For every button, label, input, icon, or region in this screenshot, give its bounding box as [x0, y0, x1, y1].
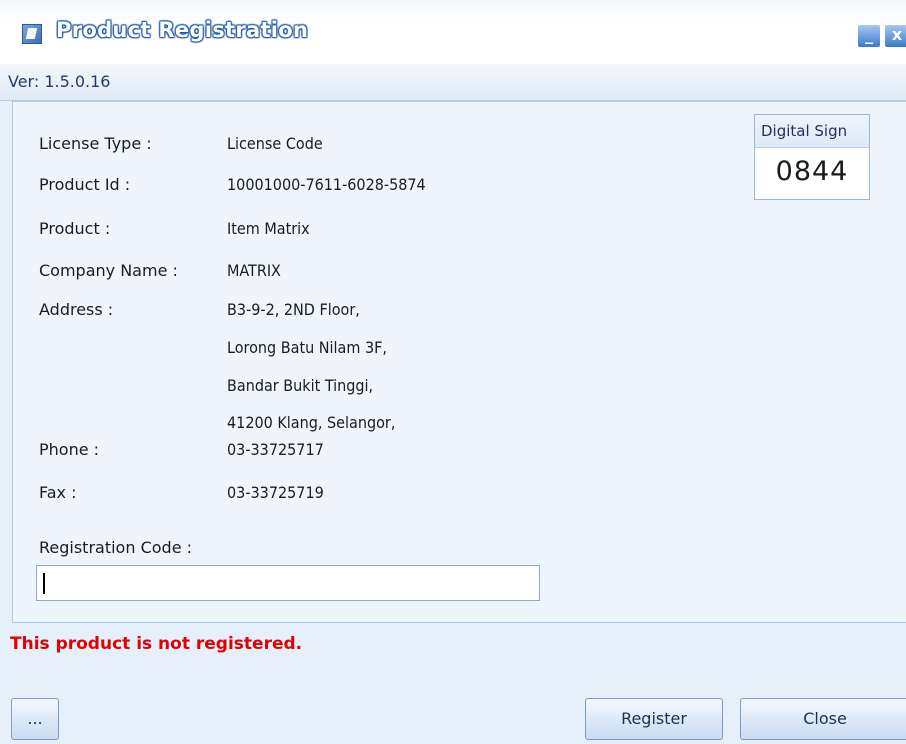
product-registration-window: Product Registration _ x Ver: 1.5.0.16 L…: [0, 0, 906, 744]
version-bar: Ver: 1.5.0.16: [0, 64, 906, 101]
product-id-label: Product Id :: [39, 175, 131, 194]
more-options-button[interactable]: ...: [11, 698, 59, 740]
phone-value: 03-33725717: [227, 440, 324, 459]
digital-sign-box: Digital Sign 0844: [754, 114, 870, 200]
product-label: Product :: [39, 219, 111, 238]
digital-sign-label: Digital Sign: [755, 115, 869, 148]
company-name-label: Company Name :: [39, 261, 178, 280]
registration-code-label: Registration Code :: [39, 538, 193, 557]
product-value: Item Matrix: [227, 219, 310, 238]
license-type-label: License Type :: [39, 134, 152, 153]
fax-label: Fax :: [39, 483, 77, 502]
address-line-3: Bandar Bukit Tinggi,: [227, 376, 374, 395]
close-window-button[interactable]: x: [884, 24, 906, 48]
register-button[interactable]: Register: [585, 698, 723, 740]
address-line-2: Lorong Batu Nilam 3F,: [227, 338, 387, 357]
close-button[interactable]: Close: [740, 698, 906, 740]
fax-value: 03-33725719: [227, 483, 324, 502]
phone-label: Phone :: [39, 440, 100, 459]
digital-sign-value: 0844: [775, 156, 849, 187]
version-label: Ver: 1.5.0.16: [8, 72, 111, 91]
product-id-value: 10001000-7611-6028-5874: [227, 175, 426, 194]
registration-status-message: This product is not registered.: [10, 634, 303, 654]
license-type-value: License Code: [227, 134, 323, 153]
company-name-value: MATRIX: [227, 261, 281, 280]
app-icon: [22, 24, 42, 44]
address-line-1: B3-9-2, 2ND Floor,: [227, 300, 360, 319]
address-label: Address :: [39, 300, 114, 319]
window-title: Product Registration: [56, 18, 309, 42]
text-cursor: [43, 573, 45, 594]
title-bar[interactable]: Product Registration _ x: [0, 0, 906, 64]
minimize-button[interactable]: _: [857, 24, 881, 48]
address-line-4: 41200 Klang, Selangor,: [227, 413, 396, 432]
registration-code-input[interactable]: [36, 565, 540, 601]
